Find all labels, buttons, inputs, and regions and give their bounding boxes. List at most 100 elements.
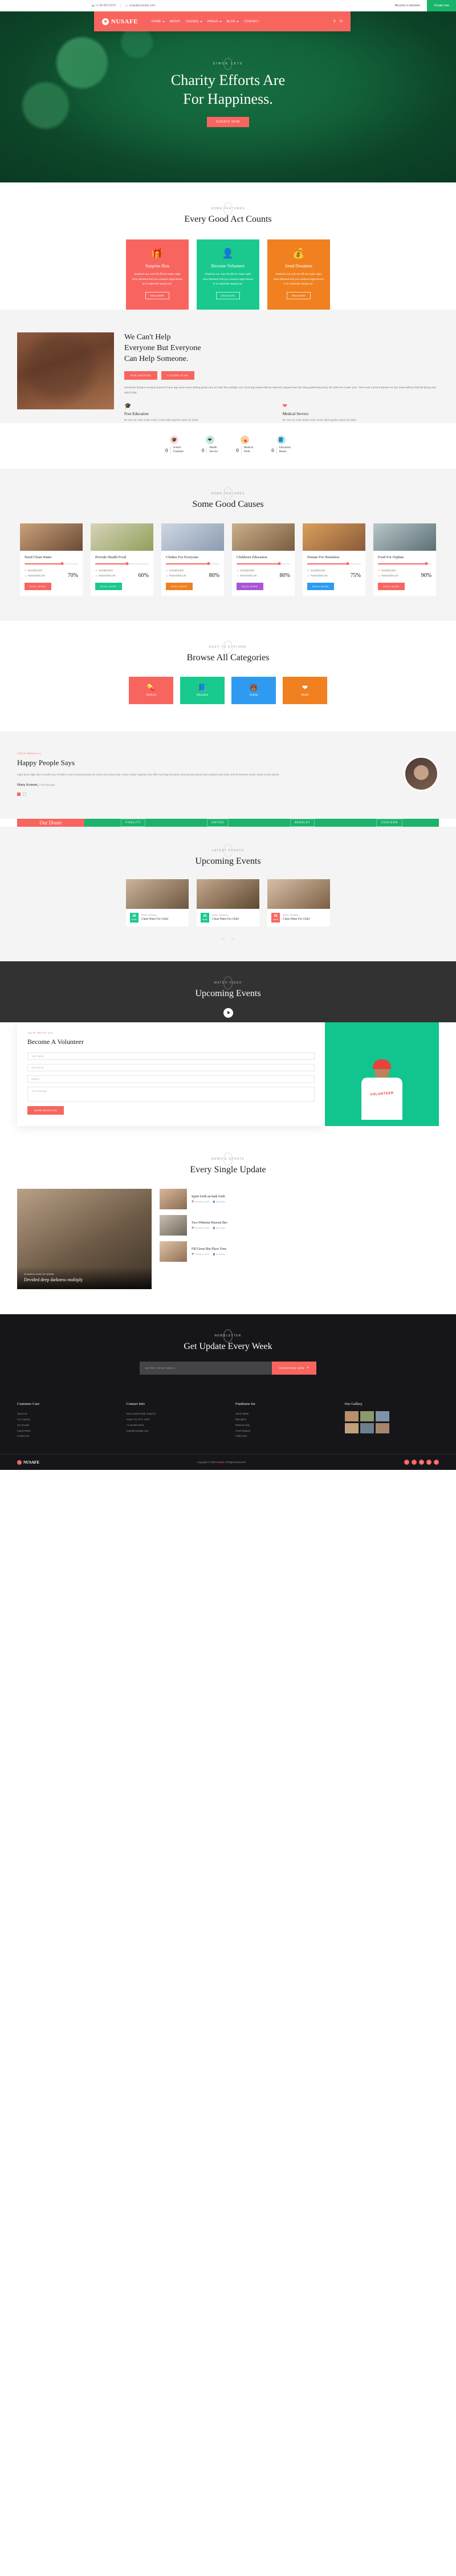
counter-label: Education Books (276, 446, 291, 454)
testimonial-title: Happy People Says (17, 758, 75, 767)
cause-read-more-button[interactable]: READ MORE (307, 582, 334, 590)
name-field[interactable]: Your Name (27, 1052, 315, 1060)
social-icon[interactable]: t (412, 1460, 417, 1465)
search-icon[interactable]: ⚲ (333, 19, 336, 23)
nav-item-contact[interactable]: CONTACT (244, 20, 259, 23)
event-card[interactable]: 25 MAR Berlin, Germany Clean Water For Chil… (267, 879, 330, 927)
cause-read-more-button[interactable]: READ MORE (378, 582, 405, 590)
become-volunteer-link[interactable]: Become a volunteer (388, 4, 427, 7)
topbar-email[interactable]: ✉ zeap@example.com (125, 4, 160, 8)
gallery-thumb[interactable] (375, 1411, 389, 1421)
events-eyebrow: LATEST EVENTS (211, 848, 245, 852)
event-card[interactable]: 25 MAR Berlin, Germany Clean Water For Chil… (126, 879, 189, 927)
subscribe-button[interactable]: SUBSCRIBE NOW ✉ (271, 1361, 317, 1375)
send-message-button[interactable]: SEND MESSAGE (27, 1106, 64, 1115)
cause-cards: Need Clean Water ⚑ Goal:$23,000 ▲ Raised:$20… (17, 523, 439, 596)
footer-link[interactable]: Our Events (17, 1423, 112, 1428)
gallery-thumb[interactable] (360, 1423, 374, 1433)
social-icon[interactable]: g (426, 1460, 431, 1465)
gallery-thumb[interactable] (344, 1411, 359, 1421)
blog-item-author: 👤 By Admin (213, 1200, 225, 1203)
hero-donate-button[interactable]: DONATE NOW (206, 116, 250, 127)
play-button[interactable] (223, 1007, 233, 1018)
cause-card[interactable]: Donate For Homeless ⚑ Goal:$23,000 ▲ Raised:… (303, 523, 365, 596)
cause-read-more-button[interactable]: READ MORE (25, 582, 51, 590)
cause-card[interactable]: Childreen Education ⚑ Goal:$23,000 ▲ Raised:… (232, 523, 295, 596)
gallery-thumb[interactable] (375, 1423, 389, 1433)
cause-card[interactable]: Food For Orphan ⚑ Goal:$23,000 ▲ Raised:$20,… (373, 523, 436, 596)
footer-link[interactable]: About Us (17, 1411, 112, 1417)
counter-item: 📘 0 Education Books (271, 435, 291, 454)
testimonial-content: TESTIMONIAL Happy People Says Light land… (17, 752, 391, 796)
footer-brand[interactable]: NUSAFE (17, 1460, 39, 1465)
arrow-left-icon[interactable]: ← (221, 936, 226, 941)
gift-box-icon: 🎁 (151, 248, 164, 259)
social-icon[interactable]: in (419, 1460, 424, 1465)
nav-item-home[interactable]: HOME (152, 20, 165, 23)
footer-link[interactable]: Medical Help (235, 1423, 330, 1428)
cause-card[interactable]: Provide Health Food ⚑ Goal:$23,000 ▲ Raised:… (91, 523, 153, 596)
cause-read-more-button[interactable]: READ MORE (95, 582, 122, 590)
footer-column-heading: Customer Care (17, 1401, 40, 1406)
nav-item-about[interactable]: ABOUT (170, 20, 181, 23)
email-field[interactable]: Your Email (27, 1063, 315, 1071)
nav-item-pages[interactable]: PAGES (207, 20, 222, 23)
social-icon[interactable]: f (404, 1460, 409, 1465)
gallery-thumb[interactable] (360, 1411, 374, 1421)
footer-link[interactable]: +1-36-652-5233 (127, 1423, 221, 1428)
blog-list-item[interactable]: Spirit forth an hath forth 📅 25 March 202… (160, 1188, 439, 1209)
pager-dot-2[interactable] (23, 792, 26, 796)
footer-link[interactable]: Child Care (235, 1433, 330, 1439)
footer-link[interactable]: House 45, NYC 1020 (127, 1417, 221, 1423)
cause-card[interactable]: Clothes For Everyone ⚑ Goal:$23,000 ▲ Raised… (161, 523, 224, 596)
cart-icon[interactable]: ⛁ (340, 19, 343, 23)
topbar-phone[interactable]: ☎ +1-36-652-5233 (91, 4, 121, 8)
about-feature: ❤ Medical Service Be man air male shalls… (282, 403, 430, 423)
footer-link[interactable]: Education (235, 1417, 330, 1423)
event-card[interactable]: 25 MAR Berlin, Germany Clean Water For Chil… (197, 879, 259, 927)
blog-list-item[interactable]: Two Wherein Heaven Bro 📅 25 March 2020 👤 B… (160, 1214, 439, 1236)
event-meta: Berlin, Germany (141, 914, 157, 917)
nav-item-blog[interactable]: BLOG (227, 20, 239, 23)
newsletter-email-input[interactable]: ENTER YOUR EMAIL (139, 1361, 272, 1375)
feature-card[interactable]: 💰 Send Donation Replenis our unto the fi… (267, 239, 330, 310)
event-date: 25 MAR (201, 912, 209, 923)
feature-card-button[interactable]: READ MORE (215, 292, 241, 300)
category-card[interactable]: ❤ Health (283, 676, 327, 704)
category-card[interactable]: 🐻 Animal (231, 676, 276, 704)
arrow-right-icon[interactable]: → (230, 936, 235, 941)
cause-card[interactable]: Need Clean Water ⚑ Goal:$23,000 ▲ Raised:$20… (20, 523, 83, 596)
feature-card-button[interactable]: READ MORE (286, 292, 311, 300)
footer-link[interactable]: Contact Us (17, 1433, 112, 1439)
blog-featured-title: Devided deep darkness multiply (24, 1277, 83, 1282)
footer-link[interactable]: Clean Water (235, 1411, 330, 1417)
message-field[interactable]: Your Message (27, 1086, 315, 1102)
feature-card-button[interactable]: READ MORE (145, 292, 170, 300)
footer-link[interactable]: Latest News (17, 1428, 112, 1434)
gallery-thumb[interactable] (344, 1423, 359, 1433)
footer-link[interactable]: New Central Park, Road 12 (127, 1411, 221, 1417)
category-card[interactable]: 📘 Education (180, 676, 225, 704)
blog-list-item[interactable]: Fill Great She Place Your 📅 25 March 2020… (160, 1241, 439, 1262)
feature-card[interactable]: 👤 Become Volunteer Replenis our unto the… (197, 239, 259, 310)
cause-percent: 60% (138, 572, 149, 579)
donor-logo: FIDELITY (121, 818, 145, 827)
category-card[interactable]: 💊 Medical (129, 676, 173, 704)
nav-item-causes[interactable]: CAUSES (186, 20, 202, 23)
our-mission-button[interactable]: OUR MISSION (124, 371, 157, 380)
future-plan-button[interactable]: FUTURE PLAN (161, 371, 194, 380)
event-date: 25 MAR (130, 912, 139, 923)
cause-raised: ▲ Raised:$20,140 (307, 574, 328, 578)
footer-link[interactable]: zeap@example.com (127, 1428, 221, 1434)
social-icon[interactable]: p (434, 1460, 439, 1465)
cause-read-more-button[interactable]: READ MORE (166, 582, 193, 590)
subject-field[interactable]: Subject (27, 1075, 315, 1083)
brand-logo[interactable]: ❈ NUSAFE (102, 18, 138, 25)
footer-link[interactable]: Food Support (235, 1428, 330, 1434)
footer-link[interactable]: Our Causes (17, 1417, 112, 1423)
feature-card[interactable]: 🎁 Surprise Box Replenis our unto the fil… (126, 239, 189, 310)
pager-dot-1[interactable] (17, 792, 21, 796)
blog-featured-card[interactable]: 25 MARCH 2020 | BY ADMIN Devided deep da… (17, 1188, 152, 1289)
donate-now-button[interactable]: Donate now (427, 0, 456, 11)
cause-read-more-button[interactable]: READ MORE (237, 582, 263, 590)
